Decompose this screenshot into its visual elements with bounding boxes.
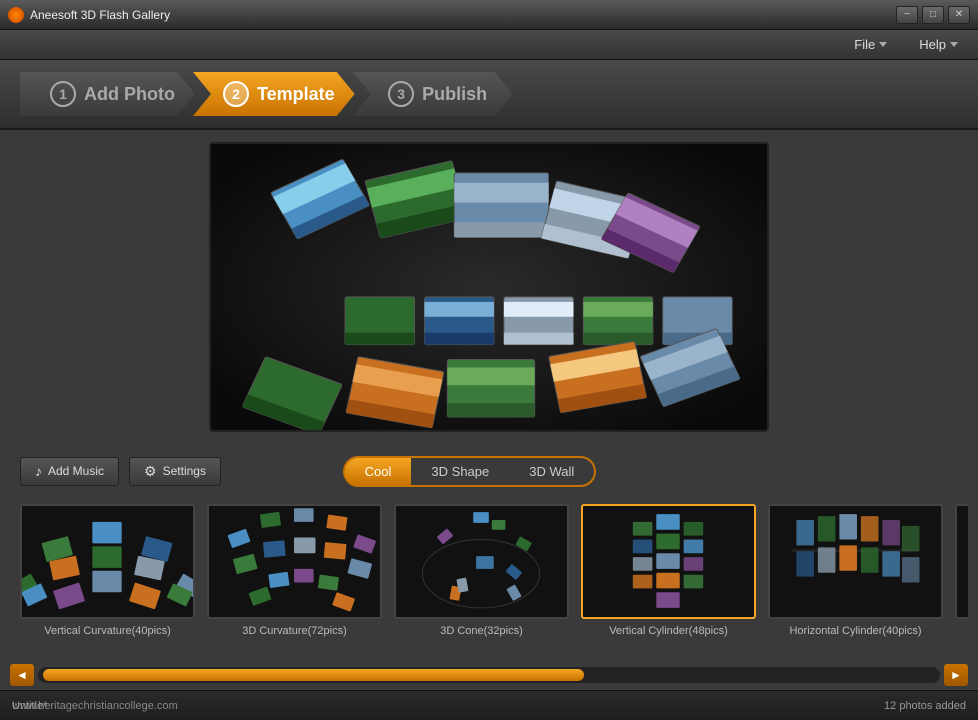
thumb-img-1: [20, 504, 195, 619]
title-bar: Aneesoft 3D Flash Gallery − □ ✕: [0, 0, 978, 30]
thumb-svg-4: [583, 504, 754, 619]
file-menu-arrow: [879, 42, 887, 47]
status-bar: www.heritagechristiancollege.com Untitle…: [0, 690, 978, 720]
tab-3d-wall-label: 3D Wall: [529, 464, 574, 479]
thumbnails-section: Vertical Curvature(40pics): [0, 496, 978, 660]
settings-button[interactable]: ⚙ Settings: [129, 457, 221, 486]
file-menu-label: File: [854, 37, 875, 52]
step2-num: 2: [223, 81, 249, 107]
tab-group: Cool 3D Shape 3D Wall: [343, 456, 597, 487]
thumb-img-4: [581, 504, 756, 619]
restore-button[interactable]: □: [922, 6, 944, 24]
step1-label: Add Photo: [84, 84, 175, 105]
app-title: Aneesoft 3D Flash Gallery: [30, 8, 170, 22]
template-3d-cone[interactable]: 3D Cone(32pics): [394, 504, 569, 637]
toolbar: ♪ Add Music ⚙ Settings Cool 3D Shape 3D …: [0, 446, 978, 496]
scroll-left-icon: ◄: [16, 668, 28, 682]
thumb-img-5: [768, 504, 943, 619]
close-button[interactable]: ✕: [948, 6, 970, 24]
title-bar-left: Aneesoft 3D Flash Gallery: [8, 7, 170, 23]
thumb-label-1: Vertical Curvature(40pics): [44, 625, 171, 637]
help-menu-arrow: [950, 42, 958, 47]
file-menu[interactable]: File: [846, 33, 895, 56]
thumb-svg-5: [770, 504, 941, 619]
template-3d-curvature[interactable]: 3D Curvature(72pics): [207, 504, 382, 637]
thumbnails-track: Vertical Curvature(40pics): [10, 496, 968, 645]
step-template[interactable]: 2 Template: [193, 72, 355, 116]
photos-count: 12 photos added: [884, 700, 966, 712]
title-bar-controls: − □ ✕: [896, 6, 970, 24]
tab-3d-shape[interactable]: 3D Shape: [411, 456, 509, 487]
thumb-svg-6: [957, 504, 968, 619]
scroll-right-button[interactable]: ►: [944, 664, 968, 686]
step1-num: 1: [50, 81, 76, 107]
help-menu[interactable]: Help: [911, 33, 966, 56]
settings-icon: ⚙: [144, 463, 157, 480]
toolbar-left: ♪ Add Music ⚙ Settings: [20, 457, 221, 486]
tab-3d-shape-label: 3D Shape: [431, 464, 489, 479]
file-label: Untitle*: [12, 700, 47, 712]
thumb-svg-3: [396, 504, 567, 619]
app-icon: [8, 7, 24, 23]
step3-num: 3: [388, 81, 414, 107]
step-add-photo[interactable]: 1 Add Photo: [20, 72, 195, 116]
scroll-track[interactable]: [38, 667, 940, 683]
tab-3d-wall[interactable]: 3D Wall: [509, 456, 596, 487]
template-vertical-cylinder[interactable]: Vertical Cylinder(48pics): [581, 504, 756, 637]
template-horizontal-cylinder[interactable]: Horizontal Cylinder(40pics): [768, 504, 943, 637]
preview-svg: [211, 142, 767, 432]
thumb-label-3: 3D Cone(32pics): [440, 625, 523, 637]
scroll-bar-container: ◄ ►: [0, 660, 978, 690]
step-nav: 1 Add Photo 2 Template 3 Publish: [0, 60, 978, 130]
thumb-svg-1: [22, 504, 193, 619]
settings-label: Settings: [163, 464, 206, 478]
preview-area: [209, 142, 769, 432]
thumb-img-3: [394, 504, 569, 619]
thumb-label-5: Horizontal Cylinder(40pics): [789, 625, 921, 637]
add-music-label: Add Music: [48, 464, 104, 478]
minimize-button[interactable]: −: [896, 6, 918, 24]
scroll-right-icon: ►: [950, 668, 962, 682]
help-menu-label: Help: [919, 37, 946, 52]
tab-cool[interactable]: Cool: [343, 456, 412, 487]
tab-cool-label: Cool: [365, 464, 392, 479]
preview-canvas: [211, 144, 767, 430]
thumb-img-6: [955, 504, 968, 619]
music-icon: ♪: [35, 463, 42, 479]
add-music-button[interactable]: ♪ Add Music: [20, 457, 119, 486]
step-publish[interactable]: 3 Publish: [353, 72, 513, 116]
menu-bar: File Help: [0, 30, 978, 60]
thumb-label-2: 3D Curvature(72pics): [242, 625, 347, 637]
scroll-left-button[interactable]: ◄: [10, 664, 34, 686]
main-content: ♪ Add Music ⚙ Settings Cool 3D Shape 3D …: [0, 130, 978, 690]
thumb-svg-2: [209, 504, 380, 619]
step2-label: Template: [257, 84, 335, 105]
thumb-img-2: [207, 504, 382, 619]
scroll-thumb[interactable]: [43, 669, 584, 681]
template-vertical-curvature[interactable]: Vertical Curvature(40pics): [20, 504, 195, 637]
template-other[interactable]: 3D...: [955, 504, 968, 637]
step3-label: Publish: [422, 84, 487, 105]
thumb-label-4: Vertical Cylinder(48pics): [609, 625, 728, 637]
